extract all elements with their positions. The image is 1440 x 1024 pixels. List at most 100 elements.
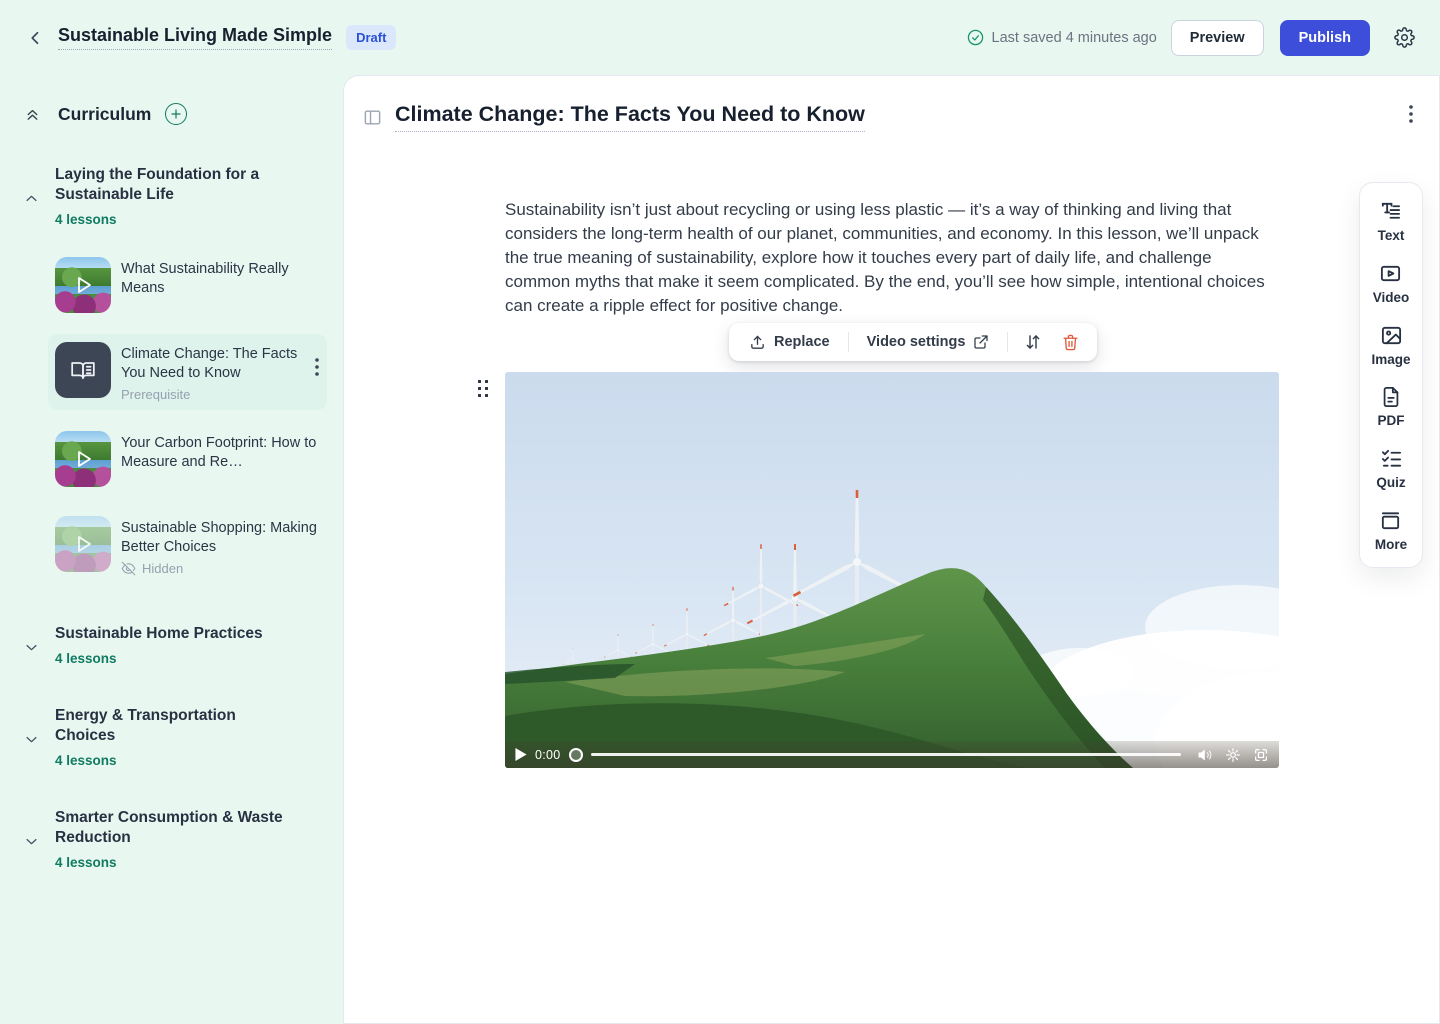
image-icon: [1380, 324, 1403, 347]
lesson-item-selected[interactable]: Climate Change: The Facts You Need to Kn…: [48, 334, 327, 410]
section-lesson-count: 4 lessons: [55, 753, 295, 768]
delete-block-button[interactable]: [1054, 328, 1087, 357]
section-lesson-count: 4 lessons: [55, 855, 295, 870]
replace-label: Replace: [774, 334, 830, 350]
block-drag-handle[interactable]: [478, 380, 488, 397]
play-icon: [55, 257, 111, 313]
chevron-up-icon: [24, 169, 39, 227]
topbar-actions: Last saved 4 minutes ago Preview Publish: [967, 20, 1420, 56]
panel-toggle-button[interactable]: [363, 108, 382, 127]
save-status: Last saved 4 minutes ago: [967, 29, 1157, 46]
up-down-arrows-icon: [1024, 333, 1042, 351]
lesson-kebab-menu[interactable]: [313, 354, 321, 380]
insert-pdf-button[interactable]: PDF: [1378, 386, 1405, 428]
check-circle-icon: [967, 29, 984, 46]
section-title: Laying the Foundation for a Sustainable …: [55, 165, 295, 205]
video-player[interactable]: 0:00: [505, 372, 1279, 768]
lesson-item[interactable]: What Sustainability Really Means: [48, 249, 327, 321]
panel-icon: [363, 108, 382, 127]
chevron-down-icon: [24, 628, 39, 666]
chevron-down-icon: [24, 710, 39, 768]
video-controls: 0:00: [505, 741, 1279, 768]
video-timestamp: 0:00: [535, 748, 561, 762]
preview-button[interactable]: Preview: [1171, 20, 1264, 56]
curriculum-section: Sustainable Home Practices 4 lessons: [24, 624, 327, 666]
collapse-all-button[interactable]: [24, 106, 41, 123]
settings-button[interactable]: [1388, 22, 1420, 54]
insert-text-label: Text: [1378, 228, 1405, 243]
video-icon: [1379, 262, 1402, 285]
kebab-icon: [315, 358, 319, 376]
insert-image-button[interactable]: Image: [1371, 324, 1410, 367]
kebab-icon: [1409, 105, 1413, 123]
lesson-header: Climate Change: The Facts You Need to Kn…: [363, 102, 865, 132]
double-chevron-up-icon: [24, 106, 41, 123]
play-icon: [55, 516, 111, 572]
lesson-item-hidden[interactable]: Sustainable Shopping: Making Better Choi…: [48, 508, 327, 584]
volume-button[interactable]: [1197, 747, 1213, 763]
back-button[interactable]: [22, 24, 50, 52]
section-lessons: What Sustainability Really Means Climate…: [48, 249, 327, 584]
hidden-label: Hidden: [142, 561, 183, 576]
lesson-options-menu[interactable]: [1409, 105, 1413, 123]
video-settings-button[interactable]: Video settings: [857, 328, 1000, 356]
insert-more-button[interactable]: More: [1375, 509, 1407, 552]
video-block-toolbar: Replace Video settings: [729, 323, 1097, 361]
insert-text-button[interactable]: Text: [1378, 200, 1405, 243]
curriculum-header: Curriculum: [24, 103, 327, 125]
divider: [848, 332, 849, 352]
lesson-paragraph[interactable]: Sustainability isn’t just about recyclin…: [505, 198, 1281, 318]
play-icon: [55, 431, 111, 487]
chevron-left-icon: [27, 29, 45, 47]
replace-button[interactable]: Replace: [739, 328, 840, 357]
insert-video-button[interactable]: Video: [1373, 262, 1410, 305]
course-title[interactable]: Sustainable Living Made Simple: [58, 25, 332, 50]
player-settings-button[interactable]: [1225, 747, 1241, 763]
insert-quiz-label: Quiz: [1376, 475, 1405, 490]
video-thumbnail: [55, 431, 111, 487]
chevron-down-icon: [24, 812, 39, 870]
lesson-editor: Climate Change: The Facts You Need to Kn…: [343, 75, 1440, 1024]
insert-pdf-label: PDF: [1378, 413, 1405, 428]
section-toggle[interactable]: Smarter Consumption & Waste Reduction 4 …: [24, 808, 327, 870]
curriculum-section: Smarter Consumption & Waste Reduction 4 …: [24, 808, 327, 870]
section-toggle[interactable]: Laying the Foundation for a Sustainable …: [24, 165, 327, 227]
hidden-status: Hidden: [121, 561, 321, 576]
play-button[interactable]: [515, 748, 527, 761]
insert-quiz-button[interactable]: Quiz: [1376, 447, 1405, 490]
reading-thumbnail: [55, 342, 111, 398]
save-status-text: Last saved 4 minutes ago: [992, 30, 1157, 46]
progress-track[interactable]: [591, 753, 1181, 756]
insert-image-label: Image: [1371, 352, 1410, 367]
fullscreen-button[interactable]: [1253, 747, 1269, 763]
book-open-icon: [70, 357, 96, 383]
curriculum-sidebar: Curriculum Laying the Foundation for a S…: [0, 75, 343, 1024]
add-section-button[interactable]: [165, 103, 187, 125]
divider: [1007, 332, 1008, 352]
insert-video-label: Video: [1373, 290, 1410, 305]
quiz-checklist-icon: [1380, 447, 1403, 470]
publish-button[interactable]: Publish: [1280, 20, 1370, 56]
section-title: Energy & Transportation Choices: [55, 706, 295, 746]
trash-icon: [1062, 334, 1079, 351]
upload-icon: [749, 334, 766, 351]
external-link-icon: [973, 334, 989, 350]
section-toggle[interactable]: Sustainable Home Practices 4 lessons: [24, 624, 327, 666]
status-badge: Draft: [346, 25, 396, 50]
lesson-title: What Sustainability Really Means: [121, 260, 321, 298]
play-icon: [515, 748, 527, 761]
insert-block-toolbar: Text Video Image PDF Quiz More: [1359, 182, 1423, 568]
section-toggle[interactable]: Energy & Transportation Choices 4 lesson…: [24, 706, 327, 768]
playhead-handle[interactable]: [569, 748, 583, 762]
curriculum-heading: Curriculum: [58, 104, 151, 125]
reorder-button[interactable]: [1016, 327, 1050, 357]
gear-icon: [1394, 27, 1415, 48]
section-title: Sustainable Home Practices: [55, 624, 263, 644]
lesson-title: Sustainable Shopping: Making Better Choi…: [121, 519, 321, 557]
lesson-item[interactable]: Your Carbon Footprint: How to Measure an…: [48, 423, 327, 495]
curriculum-section: Laying the Foundation for a Sustainable …: [24, 165, 327, 584]
section-title: Smarter Consumption & Waste Reduction: [55, 808, 295, 848]
lesson-status: Prerequisite: [121, 387, 303, 402]
more-blocks-icon: [1379, 509, 1402, 532]
page-title[interactable]: Climate Change: The Facts You Need to Kn…: [395, 102, 865, 132]
